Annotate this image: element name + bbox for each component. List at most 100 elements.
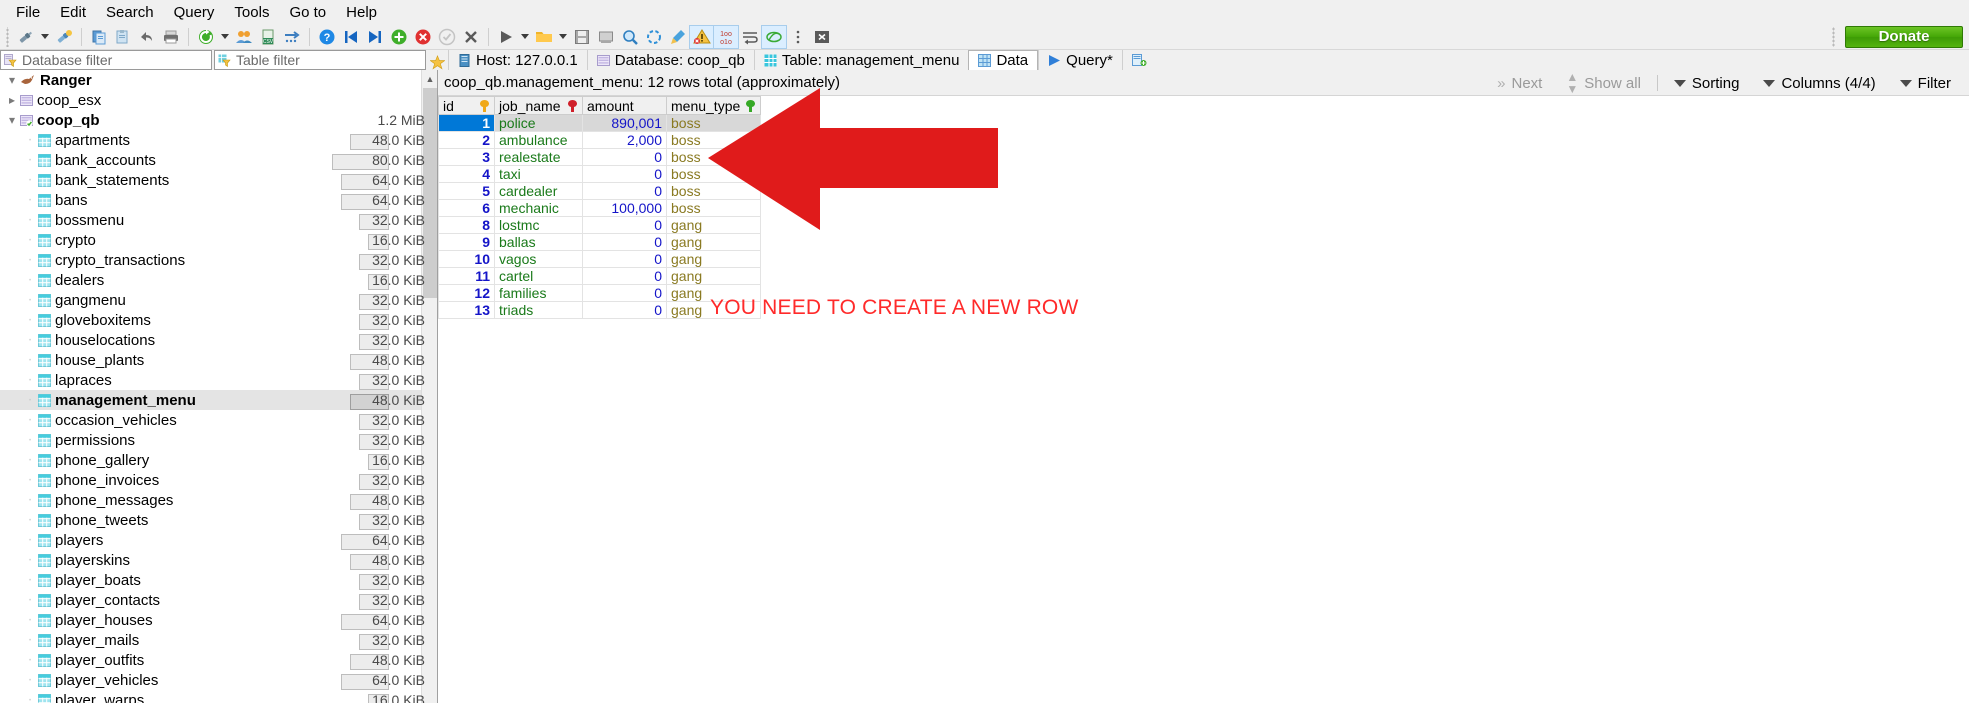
table-row[interactable]: 2 ambulance 2,000 boss	[438, 131, 761, 149]
cell-job_name[interactable]: realestate	[494, 148, 583, 166]
cell-job_name[interactable]: police	[494, 114, 583, 132]
cell-id[interactable]: 4	[438, 165, 495, 183]
cell-amount[interactable]: 0	[582, 216, 667, 234]
cell-menu_type[interactable]: gang	[666, 250, 761, 268]
tree-item-bank_accounts[interactable]: ‧ bank_accounts 80.0 KiB	[0, 150, 437, 170]
cell-menu_type[interactable]: boss	[666, 114, 761, 132]
tree-item-playerskins[interactable]: ‧ playerskins 48.0 KiB	[0, 550, 437, 570]
tree-item-phone_invoices[interactable]: ‧ phone_invoices 32.0 KiB	[0, 470, 437, 490]
cancel-icon[interactable]	[459, 26, 483, 48]
cell-id[interactable]: 11	[438, 267, 495, 285]
tab-database[interactable]: Database: coop_qb	[586, 50, 754, 70]
tree-item-bossmenu[interactable]: ‧ bossmenu 32.0 KiB	[0, 210, 437, 230]
cell-amount[interactable]: 0	[582, 250, 667, 268]
tab-table[interactable]: Table: management_menu	[753, 50, 969, 70]
tab-host[interactable]: Host: 127.0.0.1	[448, 50, 587, 70]
execute-dropdown-caret[interactable]	[518, 26, 532, 48]
column-header-id[interactable]: id	[438, 96, 495, 115]
tree-item-coop_qb[interactable]: ▾ coop_qb 1.2 MiB	[0, 110, 437, 130]
cell-amount[interactable]: 0	[582, 182, 667, 200]
cell-job_name[interactable]: families	[494, 284, 583, 302]
column-header-amount[interactable]: amount	[582, 96, 667, 115]
warning-icon[interactable]	[689, 24, 715, 49]
sql-comment-icon[interactable]	[761, 24, 787, 49]
cell-id[interactable]: 8	[438, 216, 495, 234]
close-tab-icon[interactable]	[810, 26, 834, 48]
column-header-menu_type[interactable]: menu_type	[666, 96, 761, 115]
more-icon[interactable]	[786, 26, 810, 48]
tree-root-ranger[interactable]: ▾ Ranger	[0, 70, 437, 90]
find-icon[interactable]	[618, 26, 642, 48]
open-folder-icon[interactable]	[532, 26, 556, 48]
tree-item-gloveboxitems[interactable]: ‧ gloveboxitems 32.0 KiB	[0, 310, 437, 330]
cell-amount[interactable]: 0	[582, 301, 667, 319]
tree-item-player_warps[interactable]: ‧ player_warps 16.0 KiB	[0, 690, 437, 703]
table-row[interactable]: 5 cardealer 0 boss	[438, 182, 761, 200]
tree-item-players[interactable]: ‧ players 64.0 KiB	[0, 530, 437, 550]
table-row[interactable]: 4 taxi 0 boss	[438, 165, 761, 183]
cell-job_name[interactable]: cartel	[494, 267, 583, 285]
cell-menu_type[interactable]: boss	[666, 199, 761, 217]
cell-id[interactable]: 1	[438, 114, 495, 132]
cell-job_name[interactable]: vagos	[494, 250, 583, 268]
apply-icon[interactable]	[435, 26, 459, 48]
columns-button[interactable]: Columns (4/4)	[1751, 71, 1887, 95]
cell-menu_type[interactable]: boss	[666, 148, 761, 166]
sorting-button[interactable]: Sorting	[1662, 71, 1752, 95]
menu-item-query[interactable]: Query	[164, 2, 225, 23]
print-icon[interactable]	[159, 26, 183, 48]
cell-amount[interactable]: 0	[582, 165, 667, 183]
table-row[interactable]: 8 lostmc 0 gang	[438, 216, 761, 234]
cell-job_name[interactable]: cardealer	[494, 182, 583, 200]
show-all-button[interactable]: ▲ ▼ Show all	[1554, 71, 1653, 95]
expand-toggle-icon[interactable]: ▸	[4, 93, 20, 107]
undo-icon[interactable]	[135, 26, 159, 48]
export-csv-icon[interactable]: CSV	[256, 26, 280, 48]
cell-menu_type[interactable]: gang	[666, 216, 761, 234]
execute-icon[interactable]	[494, 26, 518, 48]
cell-id[interactable]: 10	[438, 250, 495, 268]
format-sql-icon[interactable]	[666, 26, 690, 48]
tree-item-player_outfits[interactable]: ‧ player_outfits 48.0 KiB	[0, 650, 437, 670]
tree-item-coop_esx[interactable]: ▸ coop_esx	[0, 90, 437, 110]
cell-id[interactable]: 9	[438, 233, 495, 251]
tree-item-houselocations[interactable]: ‧ houselocations 32.0 KiB	[0, 330, 437, 350]
favorites-star-icon[interactable]	[426, 55, 448, 70]
save-as-icon[interactable]	[594, 26, 618, 48]
tree-item-bans[interactable]: ‧ bans 64.0 KiB	[0, 190, 437, 210]
tree-item-player_houses[interactable]: ‧ player_houses 64.0 KiB	[0, 610, 437, 630]
cell-menu_type[interactable]: boss	[666, 165, 761, 183]
table-row[interactable]: 9 ballas 0 gang	[438, 233, 761, 251]
donate-button[interactable]: Donate	[1845, 26, 1963, 48]
tree-item-player_mails[interactable]: ‧ player_mails 32.0 KiB	[0, 630, 437, 650]
paste-icon[interactable]	[111, 26, 135, 48]
tree-item-phone_tweets[interactable]: ‧ phone_tweets 32.0 KiB	[0, 510, 437, 530]
tree-item-phone_gallery[interactable]: ‧ phone_gallery 16.0 KiB	[0, 450, 437, 470]
tree-item-phone_messages[interactable]: ‧ phone_messages 48.0 KiB	[0, 490, 437, 510]
bulk-table-editor-icon[interactable]	[280, 26, 304, 48]
cell-job_name[interactable]: ambulance	[494, 131, 583, 149]
cell-menu_type[interactable]: boss	[666, 131, 761, 149]
next-page-button[interactable]: » Next	[1485, 71, 1554, 95]
column-header-job_name[interactable]: job_name	[494, 96, 583, 115]
menu-item-search[interactable]: Search	[96, 2, 164, 23]
tab-query[interactable]: Query*	[1038, 50, 1122, 70]
cell-amount[interactable]: 890,001	[582, 114, 667, 132]
tree-item-lapraces[interactable]: ‧ lapraces 32.0 KiB	[0, 370, 437, 390]
cell-job_name[interactable]: triads	[494, 301, 583, 319]
delete-icon[interactable]	[411, 26, 435, 48]
menu-item-help[interactable]: Help	[336, 2, 387, 23]
cell-menu_type[interactable]: gang	[666, 267, 761, 285]
cell-id[interactable]: 5	[438, 182, 495, 200]
menu-item-tools[interactable]: Tools	[224, 2, 279, 23]
cell-amount[interactable]: 0	[582, 148, 667, 166]
tab-new-query[interactable]	[1121, 50, 1156, 70]
cell-job_name[interactable]: taxi	[494, 165, 583, 183]
cell-menu_type[interactable]: boss	[666, 182, 761, 200]
tree-item-management_menu[interactable]: ‧ management_menu 48.0 KiB	[0, 390, 437, 410]
cell-amount[interactable]: 0	[582, 284, 667, 302]
wrap-lines-icon[interactable]	[738, 26, 762, 48]
results-table[interactable]: id job_name amount menu_type 1 police 890,001 b…	[438, 96, 761, 319]
scroll-up-arrow[interactable]: ▲	[422, 70, 437, 87]
filter-button[interactable]: Filter	[1888, 71, 1963, 95]
